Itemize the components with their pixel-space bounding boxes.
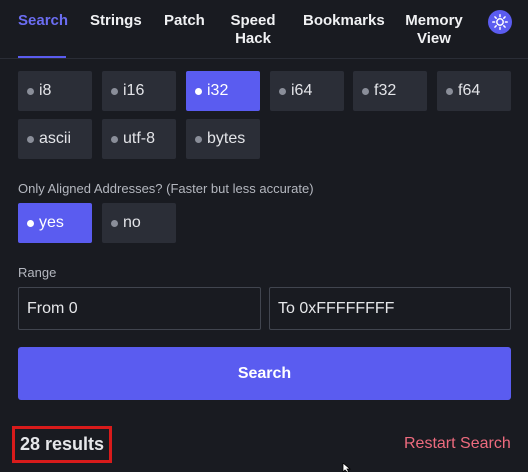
type-option-label: f64 xyxy=(458,82,481,99)
type-option-utf8[interactable]: utf-8 xyxy=(102,119,176,159)
tab-memory-view[interactable]: Memory View xyxy=(402,12,466,48)
type-option-label: i64 xyxy=(291,82,313,99)
type-option-i8[interactable]: i8 xyxy=(18,71,92,111)
results-count-text: 28 results xyxy=(19,434,105,454)
tab-patch[interactable]: Patch xyxy=(164,12,205,30)
aligned-option-label: no xyxy=(123,214,141,231)
radio-dot-icon xyxy=(111,87,118,95)
tab-speed-hack[interactable]: Speed Hack xyxy=(226,12,280,48)
range-to-input[interactable] xyxy=(269,287,511,330)
type-option-i32[interactable]: i32 xyxy=(186,71,260,111)
tab-search[interactable]: Search xyxy=(18,12,68,30)
top-nav: Search Strings Patch Speed Hack Bookmark… xyxy=(0,0,528,59)
radio-dot-icon xyxy=(446,87,453,95)
range-from-input[interactable] xyxy=(18,287,261,330)
radio-dot-icon xyxy=(27,87,34,95)
type-option-label: utf-8 xyxy=(123,130,156,147)
radio-dot-icon xyxy=(195,87,202,95)
aligned-addresses-label: Only Aligned Addresses? (Faster but less… xyxy=(18,181,314,196)
type-option-label: ascii xyxy=(39,130,72,147)
radio-dot-icon xyxy=(111,219,118,227)
type-option-i64[interactable]: i64 xyxy=(270,71,344,111)
radio-dot-icon xyxy=(362,87,369,95)
sun-icon xyxy=(492,14,508,30)
type-option-bytes[interactable]: bytes xyxy=(186,119,260,159)
type-option-label: i32 xyxy=(207,82,229,99)
search-button[interactable]: Search xyxy=(18,347,511,400)
radio-dot-icon xyxy=(195,135,202,143)
aligned-option-label: yes xyxy=(39,214,64,231)
type-option-label: i16 xyxy=(123,82,145,99)
aligned-option-no[interactable]: no xyxy=(102,203,176,243)
type-option-i16[interactable]: i16 xyxy=(102,71,176,111)
aligned-option-yes[interactable]: yes xyxy=(18,203,92,243)
type-option-ascii[interactable]: ascii xyxy=(18,119,92,159)
theme-toggle-button[interactable] xyxy=(488,10,512,34)
type-option-f64[interactable]: f64 xyxy=(437,71,511,111)
type-option-label: f32 xyxy=(374,82,397,99)
type-option-f32[interactable]: f32 xyxy=(353,71,427,111)
type-option-label: bytes xyxy=(207,130,246,147)
radio-dot-icon xyxy=(27,135,34,143)
restart-search-link[interactable]: Restart Search xyxy=(404,435,511,453)
results-count: 28 results xyxy=(12,426,112,463)
radio-dot-icon xyxy=(279,87,286,95)
radio-dot-icon xyxy=(111,135,118,143)
range-label: Range xyxy=(18,265,57,280)
tab-strings[interactable]: Strings xyxy=(90,12,142,30)
radio-dot-icon xyxy=(27,219,34,227)
active-tab-indicator xyxy=(18,56,66,58)
type-option-label: i8 xyxy=(39,82,52,99)
mouse-pointer-icon xyxy=(342,463,352,472)
tab-bookmarks[interactable]: Bookmarks xyxy=(303,12,385,30)
